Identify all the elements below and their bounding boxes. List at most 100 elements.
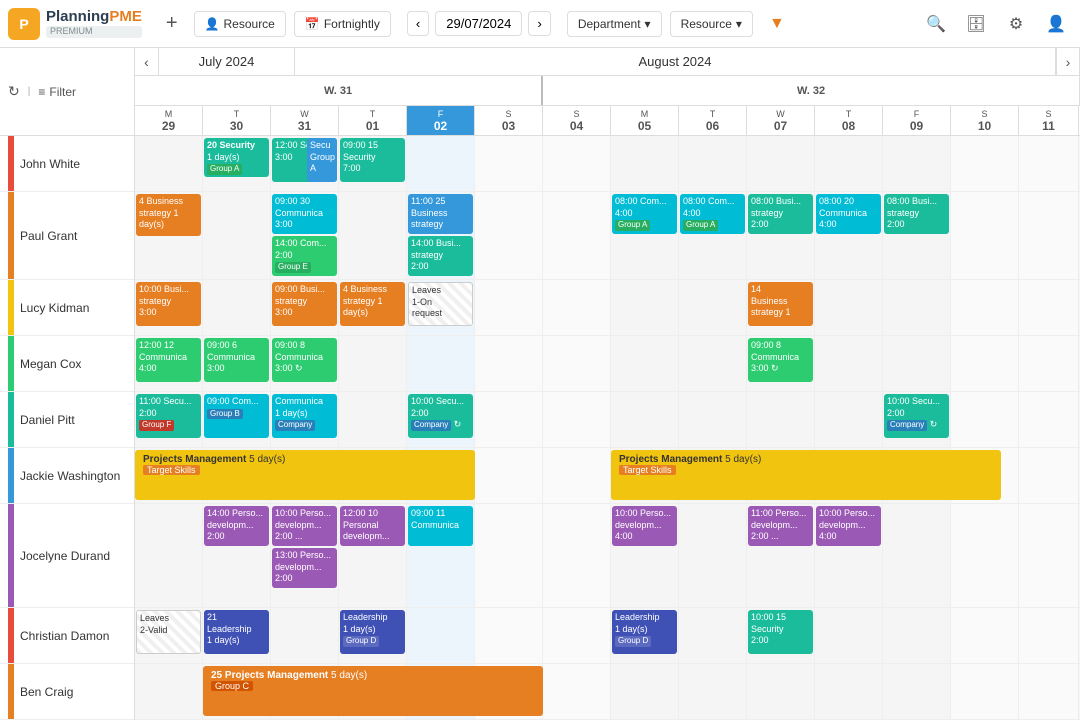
day-col-f09: F09 [883,106,951,135]
filter-icon[interactable]: ▼ [761,8,793,40]
event-daniel-secu-f02[interactable]: 10:00 Secu... 2:00 Company ↻ [408,394,473,438]
event-jackie-projects-w32[interactable]: Projects Management 5 day(s) Target Skil… [611,450,1001,500]
event-jackie-projects-w31[interactable]: Projects Management 5 day(s) Target Skil… [135,450,475,500]
daniel-t01 [339,392,407,447]
day-col-m05: M05 [611,106,679,135]
event-christian-leaves-m29[interactable]: Leaves 2-Valid [136,610,201,654]
event-jocelyne-personal-w07[interactable]: 11:00 Perso... developm... 2:00 ... [748,506,813,546]
event-paul-comms-w31b[interactable]: 14:00 Com... 2:00 Group E [272,236,337,276]
week-31: W. 31 [135,76,543,105]
ben-w07 [747,664,815,719]
event-paul-comms-t08[interactable]: 08:00 20 Communica 4:00 [816,194,881,234]
event-daniel-comms-w31[interactable]: Communica 1 day(s) Company [272,394,337,438]
month-header: ‹ July 2024 August 2024 › [135,48,1080,76]
megan-f02 [407,336,475,391]
christian-w07: 10:00 15 Security 2:00 [747,608,815,663]
filter-button[interactable]: ≡ Filter [38,85,76,99]
john-t30: 20 Security 1 day(s) Group A [203,136,271,191]
reload-icon[interactable]: ↻ [8,83,20,100]
event-christian-leadership-m05[interactable]: Leadership 1 day(s) Group D [612,610,677,654]
next-date-button[interactable]: › [528,11,550,36]
event-lucy-leaves-f02[interactable]: Leaves 1-On request [408,282,473,326]
event-jocelyne-personal-t30[interactable]: 14:00 Perso... developm... 2:00 [204,506,269,546]
day-col-t06: T06 [679,106,747,135]
event-lucy-biz-w07[interactable]: 14 Business strategy 1 [748,282,813,326]
resource-filter[interactable]: Resource ▾ [670,11,753,37]
paul-f09: 08:00 Busi... strategy 2:00 [883,192,951,279]
event-megan-comms-w07[interactable]: 09:00 8 Communica 3:00 ↻ [748,338,813,382]
daniel-w31: Communica 1 day(s) Company [271,392,339,447]
john-t01: 09:00 15 Security 7:00 [339,136,407,191]
event-paul-biz-f09[interactable]: 08:00 Busi... strategy 2:00 [884,194,949,234]
event-christian-leadership-t30[interactable]: 21 Leadership 1 day(s) [204,610,269,654]
sidebar: ↻ | ≡ Filter John White Paul Grant Lucy … [0,48,135,720]
event-john-security-t01[interactable]: 09:00 15 Security 7:00 [340,138,405,182]
event-john-security-t30[interactable]: 20 Security 1 day(s) Group A [204,138,269,177]
row-john: 20 Security 1 day(s) Group A 12:00 Secu.… [135,136,1080,192]
person-color-jackie [8,448,14,503]
john-f02 [407,136,475,191]
ben-t06 [679,664,747,719]
sidebar-person-john: John White [0,136,134,192]
prev-date-button[interactable]: ‹ [407,11,429,36]
event-jocelyne-personal-t08[interactable]: 10:00 Perso... developm... 4:00 [816,506,881,546]
department-filter[interactable]: Department ▾ [567,11,662,37]
add-button[interactable]: + [158,8,186,39]
event-daniel-secu-f09[interactable]: 10:00 Secu... 2:00 Company ↻ [884,394,949,438]
toolbar: P PlanningPME PREMIUM + 👤 Resource 📅 For… [0,0,1080,48]
event-paul-comms-t06[interactable]: 08:00 Com... 4:00 Group A [680,194,745,234]
event-jocelyne-personal-t01[interactable]: 12:00 10 Personal developm... [340,506,405,546]
event-paul-comms-m05[interactable]: 08:00 Com... 4:00 Group A [612,194,677,234]
event-ben-projects[interactable]: 25 Projects Management 5 day(s) Group C [203,666,543,716]
event-daniel-comms-t30[interactable]: 09:00 Com... Group B [204,394,269,438]
john-t06 [679,136,747,191]
person-name-megan: Megan Cox [20,357,81,371]
event-lucy-biz-t01[interactable]: 4 Business strategy 1 day(s) [340,282,405,326]
event-christian-security-w07[interactable]: 10:00 15 Security 2:00 [748,610,813,654]
event-paul-biz2-f02[interactable]: 14:00 Busi... strategy 2:00 [408,236,473,276]
ben-s10 [951,664,1019,719]
event-lucy-biz-m29[interactable]: 10:00 Busi... strategy 3:00 [136,282,201,326]
john-t08 [815,136,883,191]
jocelyne-t01: 12:00 10 Personal developm... [339,504,407,607]
settings-icon[interactable]: ⚙ [1000,8,1032,40]
event-paul-biz-f02[interactable]: 11:00 25 Business strategy [408,194,473,234]
day-col-m29: M29 [135,106,203,135]
date-navigation: ‹ 29/07/2024 › [407,11,551,36]
sidebar-person-lucy: Lucy Kidman [0,280,134,336]
event-megan-comms-t30[interactable]: 09:00 6 Communica 3:00 [204,338,269,382]
event-jocelyne-comms-f02[interactable]: 09:00 11 Communica [408,506,473,546]
prev-month-button[interactable]: ‹ [135,48,159,75]
sidebar-person-megan: Megan Cox [0,336,134,392]
lucy-s11 [1019,280,1079,335]
event-megan-comms-m29[interactable]: 12:00 12 Communica 4:00 [136,338,201,382]
ben-f09 [883,664,951,719]
resource-button[interactable]: 👤 Resource [194,11,286,37]
event-megan-comms-w31[interactable]: 09:00 8 Communica 3:00 ↻ [272,338,337,382]
event-daniel-secu-m29[interactable]: 11:00 Secu... 2:00 Group F [136,394,201,438]
event-john-security-w31b[interactable]: Secu Group A [307,138,337,182]
event-jocelyne-personal-w31b[interactable]: 13:00 Perso... developm... 2:00 [272,548,337,588]
event-paul-comms-w31a[interactable]: 09:00 30 Communica 3:00 [272,194,337,234]
event-christian-leadership-t01[interactable]: Leadership 1 day(s) Group D [340,610,405,654]
event-paul-biz-m29[interactable]: 4 Business strategy 1 day(s) [136,194,201,236]
daniel-t08 [815,392,883,447]
event-paul-biz-w07[interactable]: 08:00 Busi... strategy 2:00 [748,194,813,234]
megan-w31: 09:00 8 Communica 3:00 ↻ [271,336,339,391]
megan-s10 [951,336,1019,391]
christian-m29: Leaves 2-Valid [135,608,203,663]
fortnightly-button[interactable]: 📅 Fortnightly [294,11,391,37]
next-month-button[interactable]: › [1056,48,1080,75]
daniel-s03 [475,392,543,447]
person-color-daniel [8,392,14,447]
database-icon[interactable]: 🗄 [960,8,992,40]
person-name-john: John White [20,157,80,171]
person-color-lucy [8,280,14,335]
christian-s11 [1019,608,1079,663]
search-icon[interactable]: 🔍 [920,8,952,40]
daniel-s04 [543,392,611,447]
event-lucy-biz-w31[interactable]: 09:00 Busi... strategy 3:00 [272,282,337,326]
user-icon[interactable]: 👤 [1040,8,1072,40]
event-jocelyne-personal-w31a[interactable]: 10:00 Perso... developm... 2:00 ... [272,506,337,546]
event-jocelyne-personal-m05[interactable]: 10:00 Perso... developm... 4:00 [612,506,677,546]
